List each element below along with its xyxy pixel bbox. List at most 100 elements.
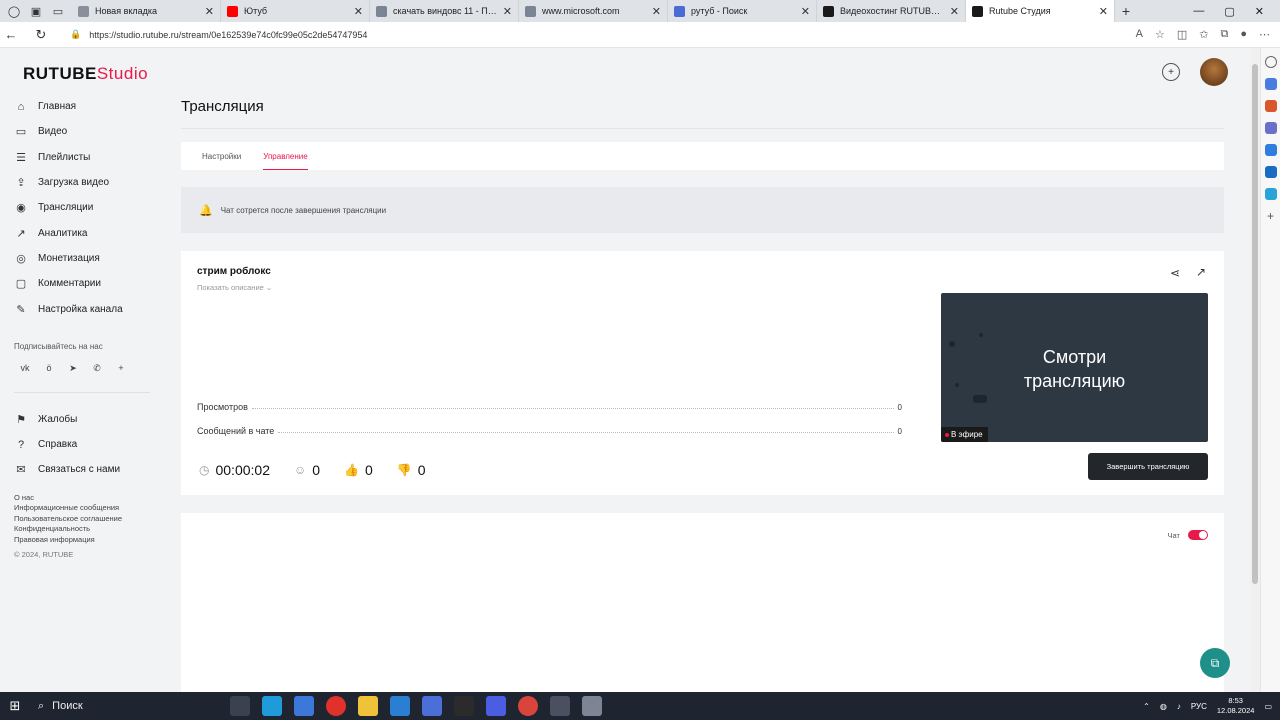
browser-tab[interactable]: Видеохостинг RUTUBE. Смо... ✕	[817, 0, 966, 22]
roblox-icon[interactable]	[582, 696, 602, 716]
tab-close-icon[interactable]: ✕	[950, 5, 959, 18]
url-field[interactable]: 🔒 https://studio.rutube.ru/stream/0e1625…	[70, 29, 367, 40]
menu-icon[interactable]: ⋯	[1259, 28, 1270, 41]
notifications-icon[interactable]: ▭	[1264, 702, 1272, 711]
social-ok-icon[interactable]: ö	[42, 363, 56, 374]
support-chat-button[interactable]: ⧉	[1200, 648, 1230, 678]
copilot-icon[interactable]	[1264, 144, 1277, 156]
store-icon[interactable]	[422, 696, 442, 716]
browser-tab[interactable]: рутуб - Поиск ✕	[668, 0, 817, 22]
yandex-icon[interactable]	[326, 696, 346, 716]
social-viber-icon[interactable]: ✆	[90, 363, 104, 374]
footer-link[interactable]: Конфиденциальность	[14, 524, 164, 535]
chrome-icon[interactable]	[518, 696, 538, 716]
maximize-icon[interactable]: ▢	[1224, 5, 1234, 18]
app-icon[interactable]	[294, 696, 314, 716]
workspaces-icon[interactable]: ▣	[28, 3, 44, 19]
tab-close-icon[interactable]: ✕	[205, 5, 214, 18]
read-aloud-icon[interactable]: A	[1136, 28, 1143, 41]
search-icon[interactable]	[1264, 56, 1277, 68]
favorites-icon[interactable]: ✩	[1199, 28, 1208, 41]
obs-icon[interactable]	[454, 696, 474, 716]
close-window-icon[interactable]: ✕	[1255, 5, 1264, 18]
tab-close-icon[interactable]: ✕	[652, 5, 661, 18]
tab-close-icon[interactable]: ✕	[801, 5, 810, 18]
tab-close-icon[interactable]: ✕	[1099, 5, 1108, 18]
add-icon[interactable]: +	[1162, 63, 1180, 81]
profile-icon[interactable]: ◯	[6, 3, 22, 19]
tab-favicon-icon	[78, 5, 89, 17]
people-icon[interactable]	[1264, 122, 1277, 134]
refresh-icon[interactable]: ↻	[30, 27, 52, 43]
windows-start-icon[interactable]: ⊞	[0, 698, 30, 714]
task-view-icon[interactable]	[230, 696, 250, 716]
tray-chevron-icon[interactable]: ⌃	[1143, 702, 1150, 711]
show-description-link[interactable]: Показать описание ⌄	[197, 283, 272, 292]
language-indicator[interactable]: РУС	[1191, 702, 1207, 711]
sidebar-item-playlist[interactable]: ☰ Плейлисты	[14, 145, 164, 170]
app2-icon[interactable]	[486, 696, 506, 716]
favorite-icon[interactable]: ☆	[1155, 28, 1165, 41]
split-screen-icon[interactable]: ◫	[1177, 28, 1187, 41]
tab-settings[interactable]: Настройки	[202, 142, 241, 170]
social-more-icon[interactable]: +	[114, 363, 128, 374]
edge-icon[interactable]	[262, 696, 282, 716]
footer-link[interactable]: Информационные сообщения	[14, 503, 164, 514]
clock[interactable]: 8:53 12.08.2024	[1217, 696, 1255, 716]
xbox-icon[interactable]	[550, 696, 570, 716]
add-sidebar-icon[interactable]: +	[1265, 210, 1277, 222]
minimize-icon[interactable]: —	[1193, 5, 1204, 18]
browser-tab[interactable]: Ютуб ✕	[221, 0, 370, 22]
sidebar-item-flag[interactable]: ⚑ Жалобы	[14, 407, 164, 432]
page-scrollbar[interactable]	[1250, 48, 1260, 692]
sidebar-item-settings[interactable]: ✎ Настройка канала	[14, 296, 164, 321]
end-stream-button[interactable]: Завершить трансляцию	[1088, 453, 1208, 480]
browser-tab[interactable]: скачать виндовс 11 - Поиск ✕	[370, 0, 519, 22]
sidebar-item-comments[interactable]: ▢ Комментарии	[14, 271, 164, 296]
stream-preview[interactable]: Смотри трансляцию В эфире	[941, 293, 1208, 442]
explorer-icon[interactable]	[358, 696, 378, 716]
sidebar-item-home[interactable]: ⌂ Главная	[14, 94, 164, 119]
social-vk-icon[interactable]: vk	[18, 363, 32, 374]
footer-link[interactable]: Пользовательское соглашение	[14, 514, 164, 525]
sidebar-item-label: Связаться с нами	[38, 464, 121, 476]
browser-tab[interactable]: Rutube Студия ✕	[966, 0, 1115, 22]
sidebar-item-video[interactable]: ▭ Видео	[14, 119, 164, 144]
social-tg-icon[interactable]: ➤	[66, 363, 80, 374]
taskbar-search[interactable]: ⌕ Поиск	[30, 692, 170, 720]
sidebar-item-help[interactable]: ? Справка	[14, 432, 164, 457]
mail-icon[interactable]	[390, 696, 410, 716]
outlook-icon[interactable]	[1264, 166, 1277, 178]
telegram-icon[interactable]	[1264, 188, 1277, 200]
window-buttons: — ▢ ✕	[1193, 5, 1280, 18]
sidebar-item-upload[interactable]: ⇪ Загрузка видео	[14, 170, 164, 195]
toolbox-icon[interactable]	[1264, 100, 1277, 112]
collections-icon[interactable]: ⧉	[1220, 28, 1228, 41]
browser-tab[interactable]: Новая вкладка ✕	[72, 0, 221, 22]
tab-favicon-icon	[823, 5, 834, 17]
footer-link[interactable]: Правовая информация	[14, 535, 164, 546]
tab-close-icon[interactable]: ✕	[354, 5, 363, 18]
back-icon[interactable]: ←	[0, 27, 22, 42]
tab-manage[interactable]: Управление	[263, 142, 309, 170]
chat-switch[interactable]	[1188, 530, 1208, 540]
network-icon[interactable]: ◍	[1160, 702, 1167, 711]
tab-title: рутуб - Поиск	[691, 6, 748, 16]
volume-icon[interactable]: ♪	[1177, 702, 1181, 711]
tag-icon[interactable]	[1264, 78, 1277, 90]
tab-actions-icon[interactable]: ▭	[50, 3, 66, 19]
share-icon[interactable]: ⋖	[1170, 266, 1180, 280]
browser-tab[interactable]: www.microsoft.com ✕	[519, 0, 668, 22]
footer-link[interactable]: О нас	[14, 493, 164, 504]
sidebar-item-broadcast[interactable]: ◉ Трансляции	[14, 195, 164, 220]
tab-close-icon[interactable]: ✕	[503, 5, 512, 18]
rutube-studio-logo[interactable]: RUTUBEStudio	[23, 64, 148, 84]
sidebar-item-chat[interactable]: ✉ Связаться с нами	[14, 457, 164, 482]
sidebar-item-money[interactable]: ◎ Монетизация	[14, 246, 164, 271]
extension-icon[interactable]: ●	[1240, 28, 1247, 41]
avatar[interactable]	[1200, 58, 1228, 86]
sidebar-item-analytics[interactable]: ↗ Аналитика	[14, 220, 164, 245]
scrollbar-thumb[interactable]	[1252, 64, 1258, 584]
open-external-icon[interactable]: ↗	[1196, 265, 1206, 279]
new-tab-button[interactable]: +	[1115, 0, 1137, 22]
